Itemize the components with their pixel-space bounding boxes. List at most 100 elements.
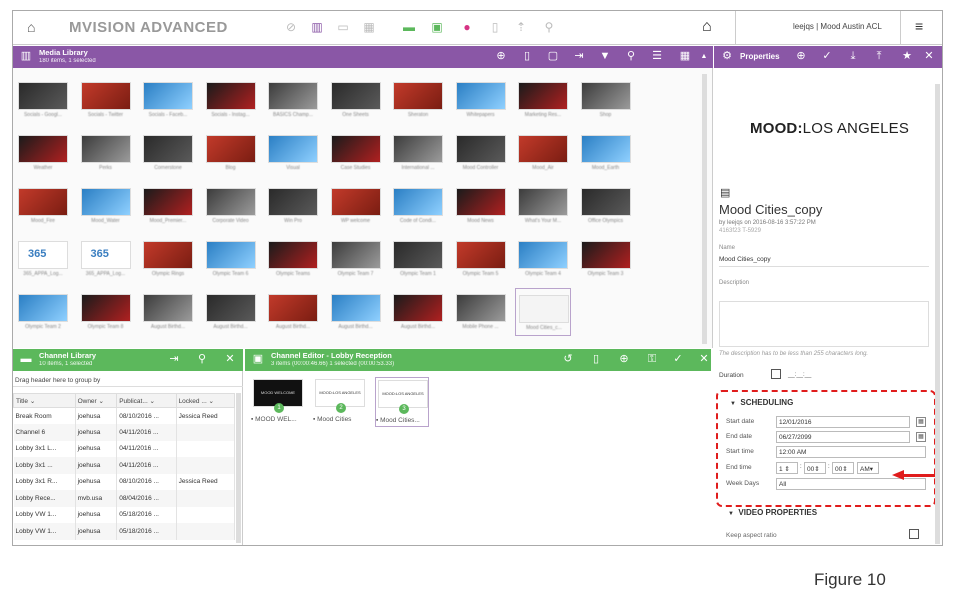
media-tile[interactable]: Office Olympics bbox=[578, 182, 634, 230]
media-tile[interactable]: Socials - Faceb... bbox=[140, 76, 196, 124]
start-date-input[interactable]: 12/01/2016 bbox=[776, 416, 910, 428]
media-tile[interactable]: Mobile Phone ... bbox=[453, 288, 509, 336]
add-icon[interactable]: ⊕ bbox=[794, 50, 808, 63]
settings-icon[interactable]: ⊕ bbox=[494, 50, 508, 63]
media-tile[interactable]: Olympic Team 7 bbox=[328, 235, 384, 283]
green-screen-icon[interactable]: ▣ bbox=[429, 19, 445, 35]
media-tile[interactable]: August Birthd... bbox=[328, 288, 384, 336]
media-tile[interactable]: Olympic Teams bbox=[265, 235, 321, 283]
table-row[interactable]: Lobby 3x1 R... joehusa 08/10/2016 ... Jessi… bbox=[13, 473, 236, 490]
media-tile[interactable]: Mood_Premier... bbox=[140, 182, 196, 230]
tower-icon[interactable]: ⇡ bbox=[513, 19, 529, 35]
media-tile[interactable]: International ... bbox=[390, 129, 446, 177]
library-icon[interactable]: ▥ bbox=[309, 19, 325, 35]
media-tile[interactable]: Olympic Team 2 bbox=[15, 288, 71, 336]
check-icon[interactable]: ✓ bbox=[671, 353, 685, 366]
table-row[interactable]: Break Room joehusa 08/10/2016 ... Jessica R… bbox=[13, 407, 236, 424]
location-icon[interactable]: ⌂ bbox=[702, 18, 712, 36]
channel-scrollbar[interactable] bbox=[236, 393, 241, 543]
media-tile[interactable]: Mood Controller bbox=[453, 129, 509, 177]
media-tile[interactable]: Cornerstone bbox=[140, 129, 196, 177]
column-header[interactable]: Locked ... ⌄ bbox=[175, 393, 236, 408]
add-icon[interactable]: ⊕ bbox=[617, 353, 631, 366]
media-tile[interactable]: Olympic Rings bbox=[140, 235, 196, 283]
name-field[interactable]: Mood Cities_copy bbox=[719, 256, 771, 263]
pink-circle-icon[interactable]: ● bbox=[459, 19, 475, 35]
media-tile[interactable]: August Birthd... bbox=[390, 288, 446, 336]
media-tile[interactable]: Socials - Twitter bbox=[78, 76, 134, 124]
description-field[interactable] bbox=[719, 301, 929, 347]
scroll-up-icon[interactable]: ▲ bbox=[697, 50, 711, 63]
pin-icon[interactable]: ⚲ bbox=[541, 19, 557, 35]
media-tile[interactable]: One Sheets bbox=[328, 76, 384, 124]
export-icon[interactable]: ⇥ bbox=[572, 50, 586, 63]
grid-view-icon[interactable]: ▦ bbox=[678, 50, 692, 63]
end-ampm-select[interactable]: AM▾ bbox=[857, 462, 879, 474]
link-icon[interactable]: ⊘ bbox=[283, 19, 299, 35]
duration-checkbox[interactable] bbox=[771, 369, 781, 379]
column-header[interactable]: Title ⌄ bbox=[13, 393, 76, 408]
media-tile[interactable]: Mood News bbox=[453, 182, 509, 230]
list-view-icon[interactable]: ☰ bbox=[650, 50, 664, 63]
media-tile[interactable]: What's Your M... bbox=[515, 182, 571, 230]
close-icon[interactable]: ✕ bbox=[697, 353, 711, 366]
calendar-icon[interactable]: ▦ bbox=[916, 417, 926, 427]
home-icon[interactable]: ⌂ bbox=[27, 19, 43, 35]
media-tile[interactable]: Blog bbox=[203, 129, 259, 177]
media-tile[interactable]: Mood_Air bbox=[515, 129, 571, 177]
end-minute-stepper[interactable]: 00⇕ bbox=[804, 462, 826, 474]
end-hour-stepper[interactable]: 1 ⇕ bbox=[776, 462, 798, 474]
delete-icon[interactable]: ▯ bbox=[520, 50, 534, 63]
media-tile[interactable]: Perks bbox=[78, 129, 134, 177]
close-icon[interactable]: ✕ bbox=[223, 353, 237, 366]
media-tile[interactable]: Olympic Team 4 bbox=[515, 235, 571, 283]
media-tile[interactable]: Olympic Team 1 bbox=[390, 235, 446, 283]
new-channel-icon[interactable]: ⇥ bbox=[167, 353, 181, 366]
green-folder-icon[interactable]: ▬ bbox=[401, 19, 417, 35]
filter-icon[interactable]: ▼ bbox=[598, 50, 612, 63]
table-row[interactable]: Lobby 3x1 ... joehusa 04/11/2016 ... bbox=[13, 457, 236, 474]
close-icon[interactable]: ✕ bbox=[922, 50, 936, 63]
channel-item[interactable]: MOOD:LOS ANGELES 2 ▪ Mood Cities bbox=[313, 377, 367, 427]
user-info[interactable]: leejqs | Mood Austin ACL bbox=[793, 22, 882, 31]
column-header[interactable]: Owner ⌄ bbox=[74, 393, 118, 408]
search-icon[interactable]: ⚲ bbox=[624, 50, 638, 63]
media-tile[interactable]: 365 365_APPA_Log... bbox=[78, 235, 134, 283]
table-row[interactable]: Lobby VW 1... joehusa 05/18/2016 ... bbox=[13, 506, 236, 523]
media-tile[interactable]: 365 365_APPA_Log... bbox=[15, 235, 71, 283]
upload-icon[interactable]: ⤒ bbox=[872, 50, 886, 63]
phone-icon[interactable]: ▯ bbox=[487, 19, 503, 35]
grid-icon[interactable]: ▦ bbox=[361, 19, 377, 35]
media-tile[interactable]: August Birthd... bbox=[140, 288, 196, 336]
media-tile[interactable]: Case Studies bbox=[328, 129, 384, 177]
duration-value[interactable]: __:__:__ bbox=[788, 372, 811, 378]
media-tile[interactable]: Mood_Fire bbox=[15, 182, 71, 230]
media-tile[interactable]: Shop bbox=[578, 76, 634, 124]
media-tile[interactable]: August Birthd... bbox=[265, 288, 321, 336]
media-tile[interactable]: Olympic Team 5 bbox=[453, 235, 509, 283]
lock-icon[interactable]: ⚿ bbox=[645, 353, 659, 366]
media-tile[interactable]: Olympic Team 3 bbox=[578, 235, 634, 283]
media-tile[interactable]: Marketing Res... bbox=[515, 76, 571, 124]
media-tile[interactable]: Olympic Team 8 bbox=[78, 288, 134, 336]
check-icon[interactable]: ✓ bbox=[820, 50, 834, 63]
media-tile[interactable]: August Birthd... bbox=[203, 288, 259, 336]
media-tile[interactable]: BASICS Champ... bbox=[265, 76, 321, 124]
channel-item[interactable]: MOOD WELCOME 1 ▪ MOOD WEL... bbox=[251, 377, 305, 427]
media-tile[interactable]: Mood_Water bbox=[78, 182, 134, 230]
media-tile[interactable]: Mood Cities_c... bbox=[515, 288, 571, 336]
media-tile[interactable]: Win Pro bbox=[265, 182, 321, 230]
media-tile[interactable]: Socials - Googl... bbox=[15, 76, 71, 124]
media-tile[interactable]: Socials - Instag... bbox=[203, 76, 259, 124]
media-tile[interactable]: Whitepapers bbox=[453, 76, 509, 124]
table-row[interactable]: Lobby Rece... mvb.usa 08/04/2016 ... bbox=[13, 490, 236, 507]
media-tile[interactable]: WP welcome bbox=[328, 182, 384, 230]
folder-icon[interactable]: ▭ bbox=[335, 19, 351, 35]
delete-icon[interactable]: ▯ bbox=[589, 353, 603, 366]
video-properties-header[interactable]: ▼ VIDEO PROPERTIES bbox=[728, 508, 817, 517]
media-tile[interactable]: Olympic Team 6 bbox=[203, 235, 259, 283]
media-tile[interactable]: Visual bbox=[265, 129, 321, 177]
channel-item[interactable]: MOOD:LOS ANGELES 3 ▪ Mood Cities... bbox=[375, 377, 429, 427]
media-tile[interactable]: Code of Condi... bbox=[390, 182, 446, 230]
column-header[interactable]: Publicat... ⌄ bbox=[116, 393, 177, 408]
